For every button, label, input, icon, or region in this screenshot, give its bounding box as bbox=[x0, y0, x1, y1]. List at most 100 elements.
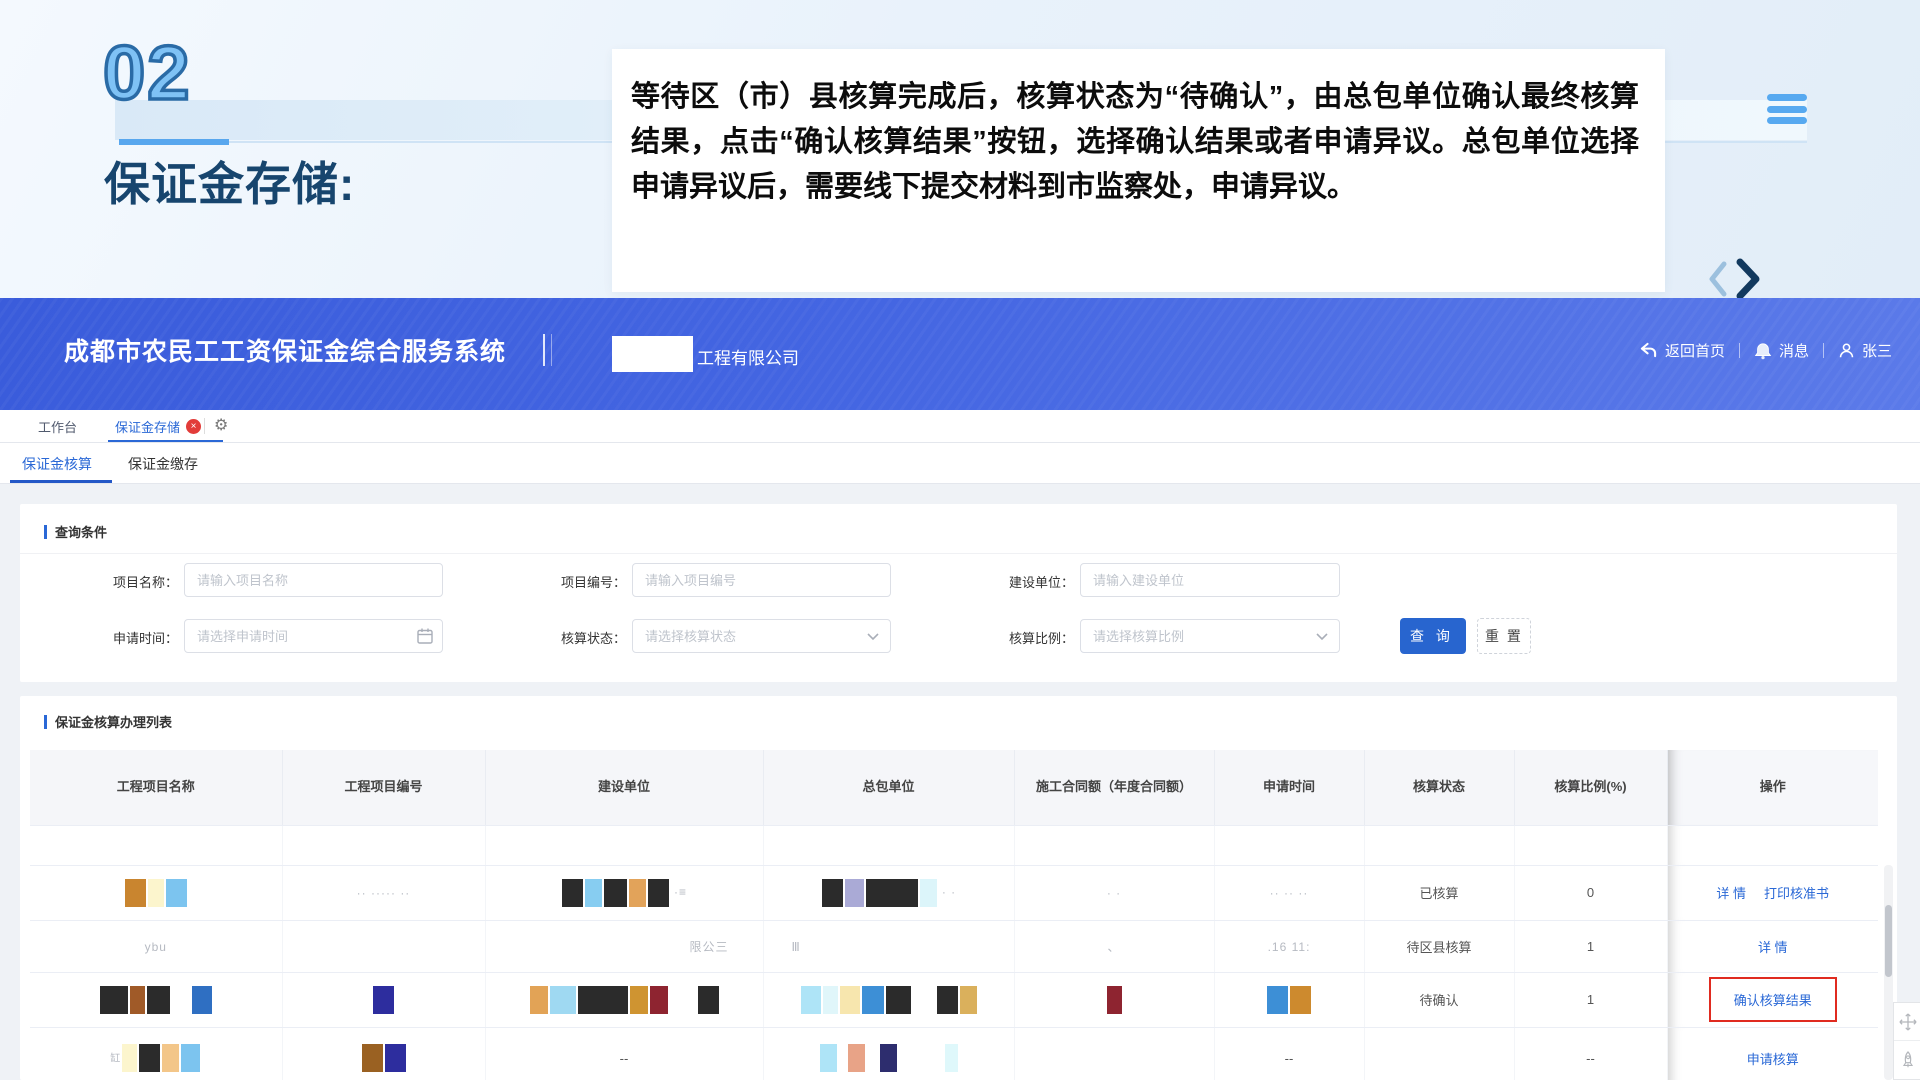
field-project-code: 项目编号： bbox=[632, 563, 891, 597]
slide-title: 保证金存储: bbox=[104, 148, 355, 214]
search-button[interactable]: 查 询 bbox=[1400, 618, 1466, 654]
tab-separator bbox=[204, 418, 205, 434]
table-cell bbox=[30, 865, 282, 920]
cell-value: 0 bbox=[1587, 885, 1594, 900]
chevron-down-icon[interactable] bbox=[864, 627, 882, 645]
column-header: 工程项目编号 bbox=[282, 750, 485, 825]
apply-time-input[interactable] bbox=[184, 619, 443, 653]
redaction-block bbox=[562, 879, 583, 907]
redacted-text: .16 11: bbox=[1268, 940, 1311, 954]
menu-icon[interactable] bbox=[1767, 94, 1807, 124]
table-row: 缸------申请核算 bbox=[30, 1027, 1878, 1080]
redaction-block bbox=[848, 1044, 865, 1072]
table-cell bbox=[1364, 825, 1514, 865]
status-select[interactable] bbox=[632, 619, 891, 653]
section-divider bbox=[20, 553, 1897, 554]
redaction-block bbox=[192, 986, 212, 1014]
cell-value: 1 bbox=[1587, 992, 1594, 1007]
tab-workbench[interactable]: 工作台 bbox=[38, 417, 77, 436]
ratio-select[interactable] bbox=[1080, 619, 1340, 653]
field-builder: 建设单位： bbox=[1080, 563, 1340, 597]
table-cell: ybu bbox=[30, 920, 282, 972]
redaction-block bbox=[147, 986, 170, 1014]
column-header: 核算状态 bbox=[1364, 750, 1514, 825]
vertical-scrollbar[interactable] bbox=[1884, 865, 1893, 1080]
project-code-input[interactable] bbox=[632, 563, 891, 597]
redaction-block bbox=[550, 986, 576, 1014]
table-cell: 缸 bbox=[30, 1027, 282, 1080]
redacted-text: · · bbox=[942, 885, 956, 899]
table-cell: 详 情打印核准书 bbox=[1667, 865, 1878, 920]
table-cell bbox=[1014, 825, 1214, 865]
table-cell bbox=[763, 972, 1014, 1027]
redaction-block bbox=[166, 879, 187, 907]
table-row: ·· ····· ···≡· ·· ··· ·· ··已核算0详 情打印核准书 bbox=[30, 865, 1878, 920]
back-arrow-icon bbox=[1639, 342, 1658, 359]
query-section-title: 查询条件 bbox=[44, 522, 107, 541]
redaction-block bbox=[880, 1044, 897, 1072]
cell-value: 已核算 bbox=[1419, 886, 1458, 901]
table-cell bbox=[763, 825, 1014, 865]
user-menu[interactable]: 张三 bbox=[1838, 340, 1892, 361]
redaction-block bbox=[840, 986, 860, 1014]
title-divider-2 bbox=[551, 334, 552, 366]
next-arrow-icon[interactable] bbox=[1740, 262, 1756, 296]
step-underline bbox=[119, 139, 229, 145]
redacted-text: ·· ·· ·· bbox=[1270, 886, 1309, 900]
rocket-tool-button[interactable] bbox=[1894, 1041, 1920, 1079]
column-header: 工程项目名称 bbox=[30, 750, 282, 825]
builder-input[interactable] bbox=[1080, 563, 1340, 597]
table-row: 待确认1确认核算结果 bbox=[30, 972, 1878, 1027]
field-label: 项目名称： bbox=[68, 572, 178, 591]
redaction-block bbox=[650, 986, 668, 1014]
action-link[interactable]: 详 情 bbox=[1716, 883, 1746, 902]
redaction-block bbox=[862, 986, 884, 1014]
cell-value: -- bbox=[1285, 1051, 1294, 1066]
table-cell: -- bbox=[1214, 1027, 1364, 1080]
field-ratio: 核算比例： bbox=[1080, 619, 1340, 653]
table-cell: 确认核算结果 bbox=[1667, 972, 1878, 1027]
subtab-payment[interactable]: 保证金缴存 bbox=[128, 454, 198, 474]
action-link[interactable]: 确认核算结果 bbox=[1734, 990, 1812, 1009]
table-cell bbox=[763, 1027, 1014, 1080]
column-header: 申请时间 bbox=[1214, 750, 1364, 825]
user-icon bbox=[1838, 342, 1855, 359]
redacted-text: ·≡ bbox=[674, 885, 687, 899]
table-cell bbox=[1667, 825, 1878, 865]
redaction-block bbox=[629, 879, 646, 907]
system-title: 成都市农民工工资保证金综合服务系统 bbox=[64, 332, 506, 368]
redaction-block bbox=[920, 879, 937, 907]
field-label: 核算比例： bbox=[964, 628, 1074, 647]
action-link[interactable]: 打印核准书 bbox=[1764, 883, 1829, 902]
list-card: 保证金核算办理列表 工程项目名称工程项目编号建设单位总包单位施工合同额（年度合同… bbox=[20, 696, 1897, 1080]
redaction-block bbox=[122, 1044, 137, 1072]
table-cell: .16 11: bbox=[1214, 920, 1364, 972]
action-link[interactable]: 详 情 bbox=[1758, 937, 1788, 956]
gear-icon[interactable]: ⚙ bbox=[214, 415, 228, 434]
redaction-block bbox=[148, 879, 164, 907]
title-divider bbox=[543, 334, 545, 366]
tab-deposit[interactable]: 保证金存储 × bbox=[115, 417, 201, 436]
redaction-block bbox=[362, 1044, 383, 1072]
reset-button[interactable]: 重 置 bbox=[1477, 618, 1531, 654]
table-cell: ·· ·· ·· bbox=[1214, 865, 1364, 920]
redaction-block bbox=[1107, 986, 1122, 1014]
redaction-block bbox=[585, 879, 602, 907]
scrollbar-thumb[interactable] bbox=[1885, 905, 1892, 977]
close-tab-icon[interactable]: × bbox=[186, 419, 201, 434]
redaction-block bbox=[960, 986, 977, 1014]
table-cell bbox=[282, 972, 485, 1027]
subtab-accounting[interactable]: 保证金核算 bbox=[22, 454, 92, 474]
chevron-down-icon[interactable] bbox=[1313, 627, 1331, 645]
project-name-input[interactable] bbox=[184, 563, 443, 597]
action-link[interactable]: 申请核算 bbox=[1747, 1049, 1799, 1068]
prev-arrow-icon[interactable] bbox=[1712, 264, 1724, 294]
table-cell: 0 bbox=[1514, 865, 1667, 920]
messages-button[interactable]: 消息 bbox=[1754, 340, 1809, 361]
back-home-button[interactable]: 返回首页 bbox=[1639, 340, 1725, 361]
table-cell: · · bbox=[1014, 865, 1214, 920]
table-row bbox=[30, 825, 1878, 865]
calendar-icon[interactable] bbox=[416, 627, 434, 645]
redaction-block bbox=[578, 986, 628, 1014]
move-tool-button[interactable] bbox=[1894, 1003, 1920, 1041]
